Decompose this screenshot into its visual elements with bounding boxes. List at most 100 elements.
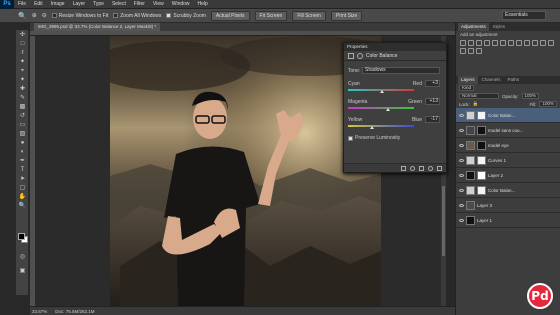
fill-screen-button[interactable]: Fill Screen: [292, 10, 326, 21]
eye-icon[interactable]: [459, 128, 464, 132]
print-size-button[interactable]: Print Size: [330, 10, 363, 21]
cyan-red-slider-knob[interactable]: [380, 90, 385, 93]
foreground-color-swatch[interactable]: [18, 233, 25, 240]
actual-pixels-button[interactable]: Actual Pixels: [210, 10, 250, 21]
trash-icon[interactable]: [437, 165, 442, 171]
screen-mode-icon[interactable]: ▣: [18, 267, 27, 275]
preserve-luminosity-checkbox[interactable]: Preserve Luminosity: [348, 135, 400, 141]
selective-color-icon[interactable]: [476, 48, 482, 54]
layer-mask-thumbnail[interactable]: [477, 185, 486, 195]
brush-tool-icon[interactable]: ✎: [18, 94, 27, 102]
eyedropper-tool-icon[interactable]: ✦: [18, 76, 27, 84]
layer-mask-thumbnail[interactable]: [477, 125, 486, 135]
menu-select[interactable]: Select: [108, 1, 130, 7]
shape-tool-icon[interactable]: ▢: [18, 184, 27, 192]
layer-kind-select[interactable]: Kind: [459, 85, 475, 91]
brightness-contrast-icon[interactable]: [460, 40, 466, 46]
menu-window[interactable]: Window: [168, 1, 194, 7]
opacity-input[interactable]: 100%: [521, 93, 540, 99]
marquee-tool-icon[interactable]: □: [18, 40, 27, 48]
menu-image[interactable]: Image: [47, 1, 69, 7]
pen-tool-icon[interactable]: ✒: [18, 157, 27, 165]
workspace-select[interactable]: Essentials: [502, 11, 546, 20]
zoom-tool-icon[interactable]: 🔍: [18, 202, 27, 210]
eraser-tool-icon[interactable]: ▭: [18, 121, 27, 129]
reset-icon[interactable]: [419, 165, 424, 171]
tab-styles[interactable]: Styles: [490, 23, 508, 31]
menu-filter[interactable]: Filter: [130, 1, 149, 7]
zoom-level[interactable]: 33.67%: [32, 309, 47, 314]
eye-icon[interactable]: [459, 218, 464, 222]
clip-to-layer-icon[interactable]: [401, 165, 406, 171]
tone-select[interactable]: Shadows: [362, 67, 440, 74]
layer-mask-thumbnail[interactable]: [477, 140, 486, 150]
photo-filter-icon[interactable]: [524, 40, 530, 46]
photo-canvas[interactable]: [110, 36, 381, 306]
layer-row[interactable]: Curves 1: [456, 153, 560, 168]
menu-layer[interactable]: Layer: [69, 1, 90, 7]
blend-mode-select[interactable]: Normal: [459, 93, 499, 99]
zoom-out-icon[interactable]: ⊖: [42, 12, 47, 19]
levels-icon[interactable]: [468, 40, 474, 46]
threshold-icon[interactable]: [460, 48, 466, 54]
clone-stamp-tool-icon[interactable]: ▩: [18, 103, 27, 111]
menu-view[interactable]: View: [149, 1, 168, 7]
cyan-red-value[interactable]: +3: [425, 80, 440, 87]
lock-icon[interactable]: 🔒: [473, 101, 479, 107]
channel-mixer-icon[interactable]: [532, 40, 538, 46]
type-tool-icon[interactable]: T: [18, 166, 27, 174]
visibility-icon[interactable]: [428, 165, 433, 171]
menu-file[interactable]: File: [14, 1, 30, 7]
hand-tool-icon[interactable]: ✋: [18, 193, 27, 201]
invert-icon[interactable]: [540, 40, 546, 46]
tab-channels[interactable]: Channels: [479, 76, 504, 84]
layer-mask-thumbnail[interactable]: [477, 170, 486, 180]
magenta-green-value[interactable]: +13: [425, 98, 440, 105]
gradient-map-icon[interactable]: [468, 48, 474, 54]
scrubby-zoom-checkbox[interactable]: Scrubby Zoom: [166, 13, 206, 19]
tab-layers[interactable]: Layers: [458, 76, 478, 84]
layer-mask-icon[interactable]: [357, 52, 363, 59]
menu-help[interactable]: Help: [194, 1, 212, 7]
dodge-tool-icon[interactable]: ◐: [18, 148, 27, 156]
vibrance-icon[interactable]: [492, 40, 498, 46]
menu-type[interactable]: Type: [89, 1, 108, 7]
layer-row[interactable]: model sans cou...: [456, 123, 560, 138]
eye-icon[interactable]: [459, 113, 464, 117]
hue-saturation-icon[interactable]: [500, 40, 506, 46]
eye-icon[interactable]: [459, 158, 464, 162]
blur-tool-icon[interactable]: ●: [18, 139, 27, 147]
layer-row[interactable]: Layer 1: [456, 213, 560, 228]
path-select-tool-icon[interactable]: ➤: [18, 175, 27, 183]
zoom-tool-icon[interactable]: 🔍: [18, 12, 27, 20]
lasso-tool-icon[interactable]: ℓ: [18, 49, 27, 57]
eye-icon[interactable]: [459, 188, 464, 192]
color-balance-icon[interactable]: [508, 40, 514, 46]
curves-icon[interactable]: [476, 40, 482, 46]
magenta-green-slider-knob[interactable]: [385, 108, 390, 111]
doc-info[interactable]: Doc: 75.5M/262.1M: [55, 309, 94, 314]
eye-icon[interactable]: [459, 173, 464, 177]
view-previous-icon[interactable]: [410, 165, 415, 171]
layer-row[interactable]: model eye: [456, 138, 560, 153]
quick-select-tool-icon[interactable]: ✦: [18, 58, 27, 66]
layer-row[interactable]: Color Balan...: [456, 108, 560, 123]
quick-mask-icon[interactable]: ◎: [18, 253, 27, 261]
eye-icon[interactable]: [459, 143, 464, 147]
eye-icon[interactable]: [459, 203, 464, 207]
fit-screen-button[interactable]: Fit Screen: [254, 10, 288, 21]
document-tab[interactable]: IMG_3995.psd @ 33.7% (Color Balance 2, L…: [34, 23, 161, 31]
magenta-green-slider[interactable]: [348, 107, 414, 109]
yellow-blue-slider-knob[interactable]: [369, 126, 374, 129]
history-brush-tool-icon[interactable]: ↺: [18, 112, 27, 120]
black-white-icon[interactable]: [516, 40, 522, 46]
tab-paths[interactable]: Paths: [505, 76, 523, 84]
exposure-icon[interactable]: [484, 40, 490, 46]
resize-windows-checkbox[interactable]: Resize Windows to Fit: [51, 13, 108, 19]
menu-edit[interactable]: Edit: [30, 1, 47, 7]
zoom-in-icon[interactable]: ⊕: [32, 12, 37, 19]
properties-panel-title[interactable]: Properties: [344, 43, 446, 51]
posterize-icon[interactable]: [548, 40, 554, 46]
fill-input[interactable]: 100%: [539, 101, 557, 107]
zoom-all-checkbox[interactable]: Zoom All Windows: [113, 13, 161, 19]
